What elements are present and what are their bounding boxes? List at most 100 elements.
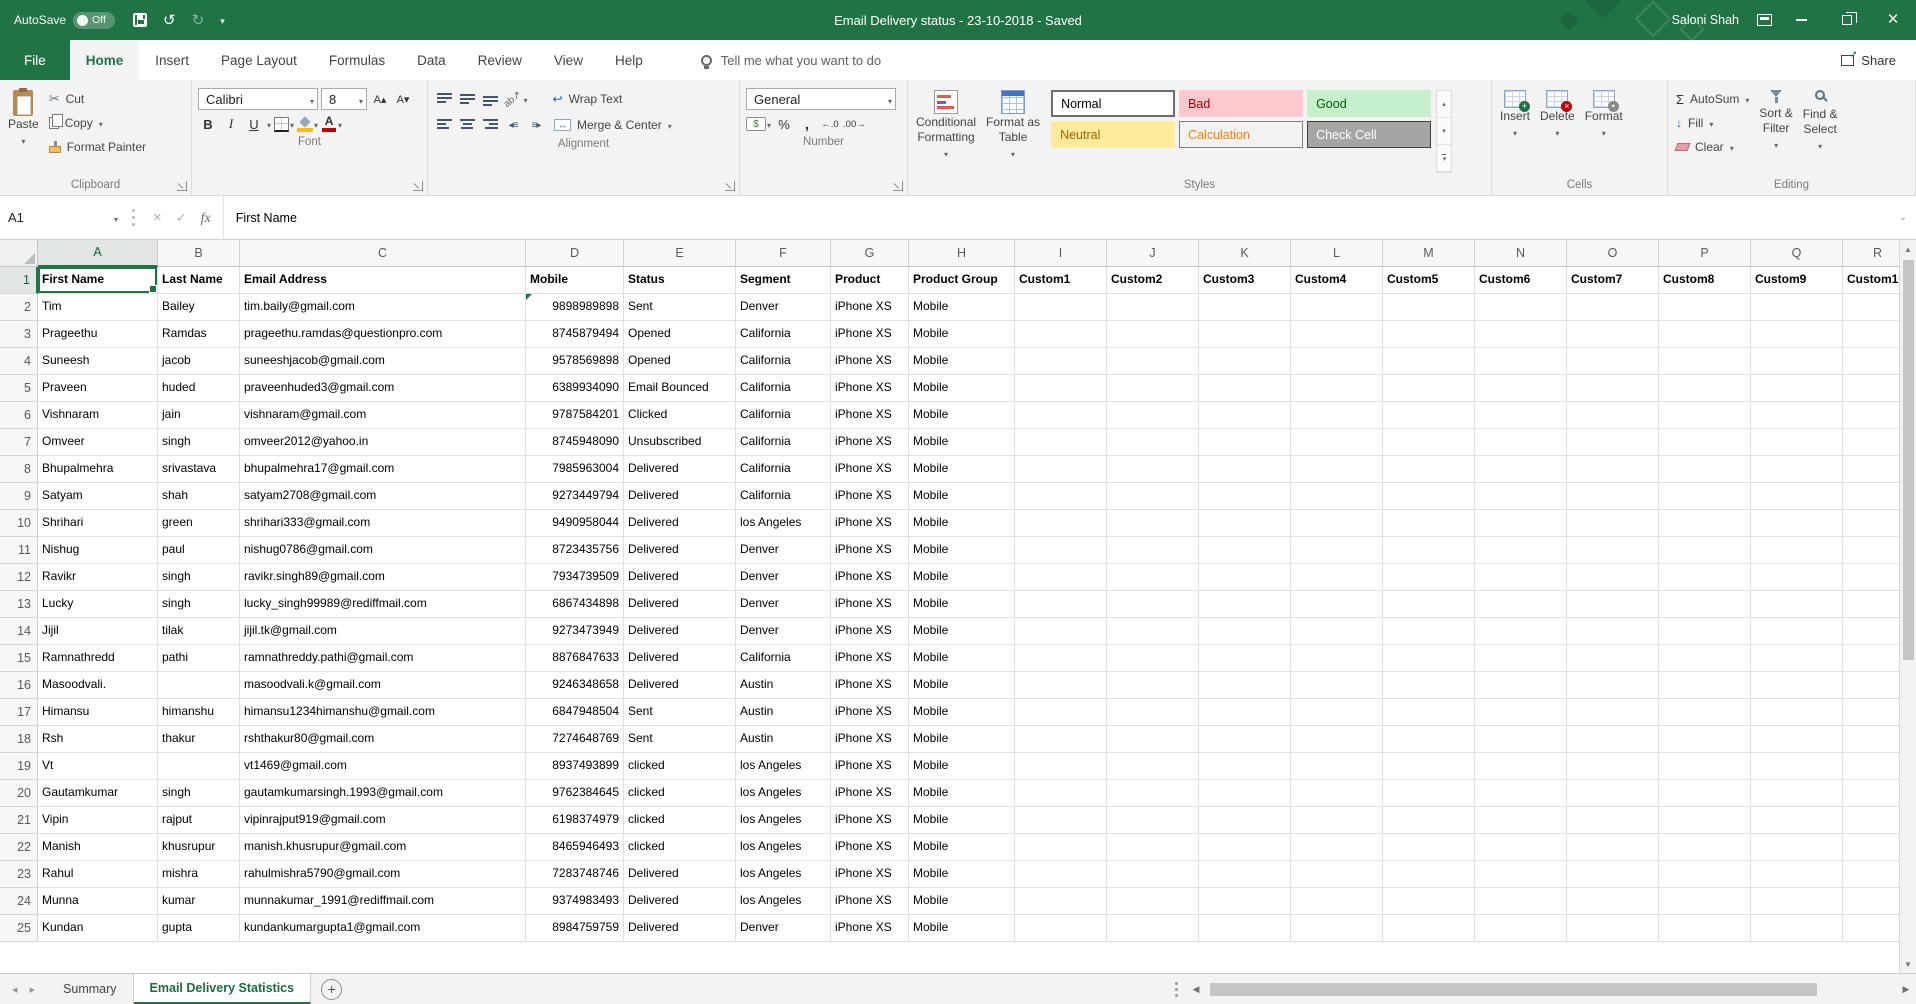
cell-E1[interactable]: Status <box>624 267 736 294</box>
column-header-R[interactable]: R <box>1843 240 1899 267</box>
fill-button[interactable]: Fill <box>1671 112 1754 134</box>
tab-view[interactable]: View <box>538 40 599 80</box>
cell-F9[interactable]: California <box>736 483 831 510</box>
cell-K17[interactable] <box>1199 699 1291 726</box>
cell-F16[interactable]: Austin <box>736 672 831 699</box>
column-header-M[interactable]: M <box>1383 240 1475 267</box>
cell-J22[interactable] <box>1107 834 1199 861</box>
cell-O17[interactable] <box>1567 699 1659 726</box>
undo-icon[interactable] <box>163 11 176 30</box>
cell-N24[interactable] <box>1475 888 1567 915</box>
cell-D8[interactable]: 7985963004 <box>526 456 624 483</box>
decrease-indent-button[interactable] <box>503 115 523 135</box>
next-sheet-icon[interactable]: ▸ <box>30 983 36 996</box>
cell-B22[interactable]: khusrupur <box>158 834 240 861</box>
row-header-8[interactable]: 8 <box>0 456 38 483</box>
cell-A17[interactable]: Himansu <box>38 699 158 726</box>
cell-B5[interactable]: huded <box>158 375 240 402</box>
cell-Q9[interactable] <box>1751 483 1843 510</box>
cell-E4[interactable]: Opened <box>624 348 736 375</box>
cell-L18[interactable] <box>1291 726 1383 753</box>
cell-P16[interactable] <box>1659 672 1751 699</box>
cell-F15[interactable]: California <box>736 645 831 672</box>
cell-I21[interactable] <box>1015 807 1107 834</box>
cell-E17[interactable]: Sent <box>624 699 736 726</box>
cell-A19[interactable]: Vt <box>38 753 158 780</box>
cell-B9[interactable]: shah <box>158 483 240 510</box>
column-header-J[interactable]: J <box>1107 240 1199 267</box>
row-header-4[interactable]: 4 <box>0 348 38 375</box>
column-header-K[interactable]: K <box>1199 240 1291 267</box>
cell-J23[interactable] <box>1107 861 1199 888</box>
cell-R8[interactable] <box>1843 456 1899 483</box>
cell-A21[interactable]: Vipin <box>38 807 158 834</box>
cell-M1[interactable]: Custom5 <box>1383 267 1475 294</box>
cell-P2[interactable] <box>1659 294 1751 321</box>
cell-G16[interactable]: iPhone XS <box>831 672 909 699</box>
sheet-tab-summary[interactable]: Summary <box>47 974 133 1004</box>
cell-A2[interactable]: Tim <box>38 294 158 321</box>
column-header-B[interactable]: B <box>158 240 240 267</box>
cell-J12[interactable] <box>1107 564 1199 591</box>
cell-O2[interactable] <box>1567 294 1659 321</box>
cell-M20[interactable] <box>1383 780 1475 807</box>
cell-N11[interactable] <box>1475 537 1567 564</box>
scroll-down-icon[interactable]: ▼ <box>1900 955 1916 973</box>
close-button[interactable] <box>1870 0 1916 40</box>
cell-Q18[interactable] <box>1751 726 1843 753</box>
cell-J7[interactable] <box>1107 429 1199 456</box>
cell-G20[interactable]: iPhone XS <box>831 780 909 807</box>
cell-O5[interactable] <box>1567 375 1659 402</box>
cell-K13[interactable] <box>1199 591 1291 618</box>
cell-R1[interactable]: Custom10 <box>1843 267 1899 294</box>
cell-H5[interactable]: Mobile <box>909 375 1015 402</box>
cell-O7[interactable] <box>1567 429 1659 456</box>
cell-P20[interactable] <box>1659 780 1751 807</box>
user-name[interactable]: Saloni Shah <box>1672 13 1739 27</box>
cell-O13[interactable] <box>1567 591 1659 618</box>
cell-H15[interactable]: Mobile <box>909 645 1015 672</box>
cell-N2[interactable] <box>1475 294 1567 321</box>
cell-P3[interactable] <box>1659 321 1751 348</box>
cell-J10[interactable] <box>1107 510 1199 537</box>
cell-Q15[interactable] <box>1751 645 1843 672</box>
cell-K20[interactable] <box>1199 780 1291 807</box>
cell-K12[interactable] <box>1199 564 1291 591</box>
cell-P7[interactable] <box>1659 429 1751 456</box>
cell-R2[interactable] <box>1843 294 1899 321</box>
cell-J16[interactable] <box>1107 672 1199 699</box>
cell-C7[interactable]: omveer2012@yahoo.in <box>240 429 526 456</box>
cell-H4[interactable]: Mobile <box>909 348 1015 375</box>
cell-B4[interactable]: jacob <box>158 348 240 375</box>
cell-O21[interactable] <box>1567 807 1659 834</box>
cell-G5[interactable]: iPhone XS <box>831 375 909 402</box>
cell-K22[interactable] <box>1199 834 1291 861</box>
cell-A16[interactable]: Masoodvali. <box>38 672 158 699</box>
cell-H22[interactable]: Mobile <box>909 834 1015 861</box>
cell-I11[interactable] <box>1015 537 1107 564</box>
cell-M16[interactable] <box>1383 672 1475 699</box>
cell-A8[interactable]: Bhupalmehra <box>38 456 158 483</box>
cell-K5[interactable] <box>1199 375 1291 402</box>
cell-E5[interactable]: Email Bounced <box>624 375 736 402</box>
cell-N14[interactable] <box>1475 618 1567 645</box>
cell-D14[interactable]: 9273473949 <box>526 618 624 645</box>
format-as-table-button[interactable]: Format as Table <box>981 83 1045 177</box>
cell-D1[interactable]: Mobile <box>526 267 624 294</box>
cell-O10[interactable] <box>1567 510 1659 537</box>
cell-C12[interactable]: ravikr.singh89@gmail.com <box>240 564 526 591</box>
orientation-button[interactable] <box>503 89 528 109</box>
cell-M14[interactable] <box>1383 618 1475 645</box>
cell-A5[interactable]: Praveen <box>38 375 158 402</box>
cell-P22[interactable] <box>1659 834 1751 861</box>
vertical-scrollbar[interactable]: ▲ ▼ <box>1899 240 1916 973</box>
cell-R21[interactable] <box>1843 807 1899 834</box>
cell-P12[interactable] <box>1659 564 1751 591</box>
cell-B21[interactable]: rajput <box>158 807 240 834</box>
cell-Q6[interactable] <box>1751 402 1843 429</box>
cell-A24[interactable]: Munna <box>38 888 158 915</box>
cell-M15[interactable] <box>1383 645 1475 672</box>
cell-J11[interactable] <box>1107 537 1199 564</box>
cell-H25[interactable]: Mobile <box>909 915 1015 942</box>
chevron-down-icon[interactable] <box>267 115 271 133</box>
